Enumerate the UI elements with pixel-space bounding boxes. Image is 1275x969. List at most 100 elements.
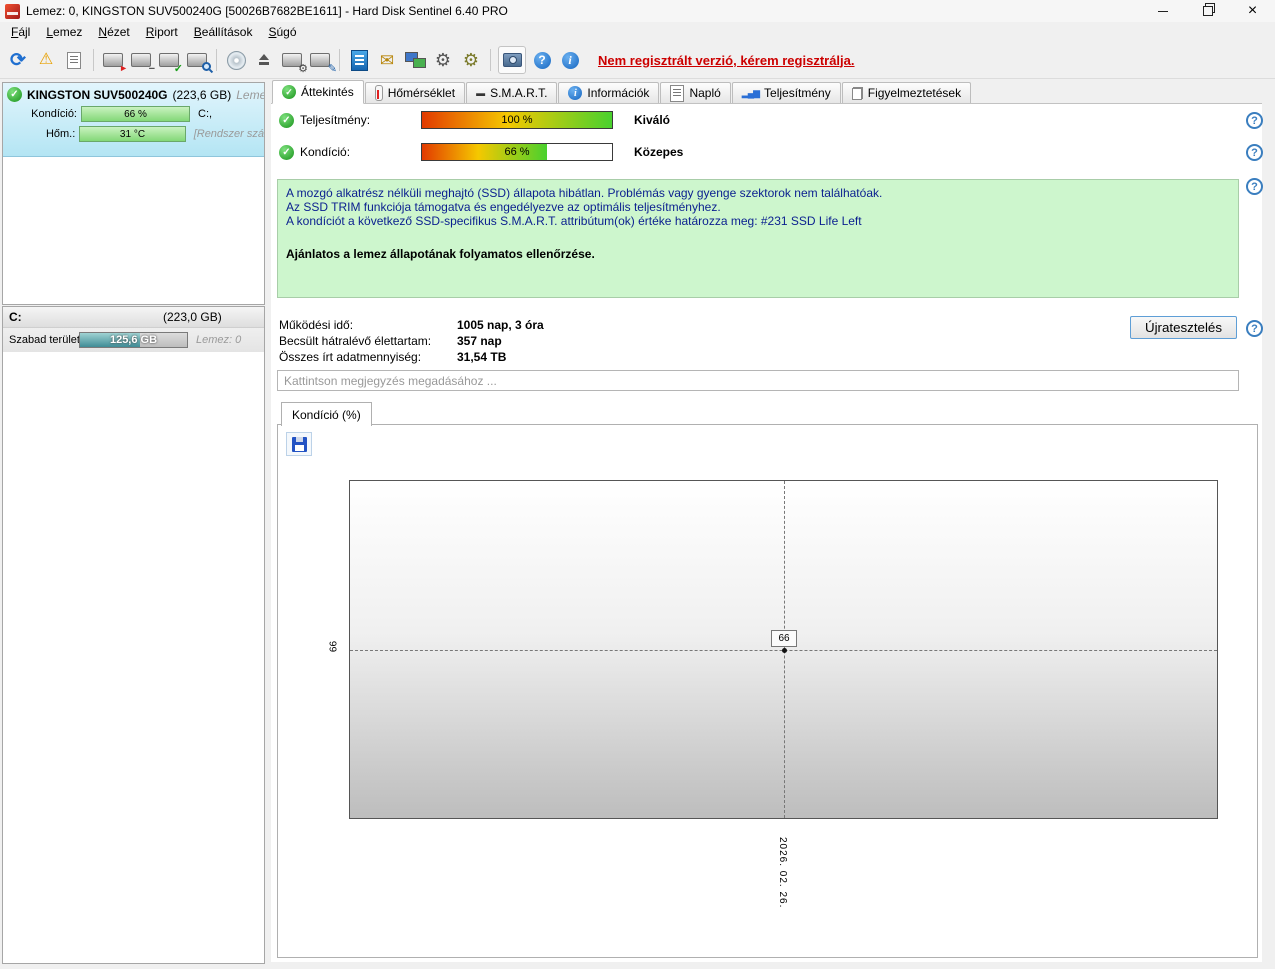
disk-rescan-icon [103, 53, 128, 73]
performance-chart-icon: ▂▄▆ [741, 87, 760, 98]
monitors-icon [404, 52, 426, 68]
toolbar-separator [339, 49, 340, 71]
disk-name: KINGSTON SUV500240G [27, 87, 168, 102]
remote-monitor-button[interactable] [401, 46, 429, 74]
help-button[interactable]: ? [528, 46, 556, 74]
eject-button[interactable] [250, 46, 278, 74]
tab-log[interactable]: Napló [660, 82, 731, 103]
close-button[interactable] [1230, 0, 1275, 22]
disk-surface-button[interactable] [222, 46, 250, 74]
disk-suffix: Lemez: [236, 87, 264, 102]
condition-rating: Közepes [634, 145, 684, 159]
disk-list-item[interactable]: ✓ KINGSTON SUV500240G (223,6 GB) Lemez: … [3, 83, 264, 157]
disk-rescan-button[interactable] [99, 46, 128, 74]
partition-size: (223,0 GB) [163, 310, 222, 324]
advanced-settings-button[interactable]: ⚙ [457, 46, 485, 74]
menu-view[interactable]: Nézet [90, 23, 137, 41]
tab-information[interactable]: i Információk [558, 82, 660, 103]
comment-input[interactable] [277, 370, 1239, 391]
toolbar-separator [490, 49, 491, 71]
settings-button[interactable]: ⚙ [429, 46, 457, 74]
tab-smart[interactable]: ▬ S.M.A.R.T. [466, 82, 558, 103]
tab-performance[interactable]: ▂▄▆ Teljesítmény [731, 82, 841, 103]
main-content: ✓ Áttekintés Hőmérséklet ▬ S.M.A.R.T. i … [271, 80, 1263, 962]
menu-disk[interactable]: Lemez [38, 23, 90, 41]
performance-label: Teljesítmény: [300, 113, 371, 127]
save-chart-button[interactable] [286, 432, 312, 456]
status-line: Az SSD TRIM funkciója támogatva és enged… [286, 200, 721, 214]
disk-control-button[interactable] [278, 46, 308, 75]
menu-help[interactable]: Súgó [260, 23, 304, 41]
condition-volumes: C:, [198, 108, 213, 120]
status-line: A kondíciót a következő SSD-specifikus S… [286, 214, 862, 228]
disk-size: (223,6 GB) [172, 87, 232, 102]
free-space-label: Szabad terület [9, 334, 80, 346]
refresh-icon: ⟳ [10, 49, 26, 71]
chart-tab-condition[interactable]: Kondíció (%) [281, 402, 372, 426]
tab-log-label: Napló [689, 86, 721, 100]
tab-overview[interactable]: ✓ Áttekintés [272, 80, 364, 104]
disk-remove-icon [131, 53, 155, 75]
disk-remove-button[interactable] [127, 46, 155, 75]
condition-bar: 66 % [421, 143, 613, 161]
minimize-button[interactable] [1140, 0, 1185, 22]
chart-point-label: 66 [771, 630, 797, 647]
disk-search-button[interactable] [183, 46, 211, 74]
status-line: A mozgó alkatrész nélküli meghajtó (SSD)… [286, 186, 883, 200]
total-written-label: Összes írt adatmennyiség: [279, 350, 422, 364]
warning-icon: ⚠ [38, 51, 54, 68]
disk-temperature-row: Hőm.: 31 °C [Rendszer szá [7, 126, 264, 142]
menu-report[interactable]: Riport [138, 23, 186, 41]
log-tab-icon [670, 84, 685, 102]
report-button[interactable] [60, 46, 88, 74]
condition-chart-panel: 66 66 2026. 02. 26. [277, 424, 1258, 958]
restore-icon [1202, 6, 1213, 16]
tab-alerts-label: Figyelmeztetések [867, 86, 962, 100]
free-space-bar: 125,6 GB [79, 332, 188, 348]
tab-temperature[interactable]: Hőmérséklet [364, 82, 466, 103]
menubar: Fájl Lemez Nézet Riport Beállítások Súgó [0, 22, 1275, 42]
status-help-icon[interactable]: ? [1246, 178, 1263, 195]
log-icon [350, 49, 368, 71]
email-icon: ✉ [379, 50, 395, 70]
power-on-time-label: Működési idő: [279, 318, 354, 332]
restore-button[interactable] [1185, 0, 1230, 22]
tab-alerts[interactable]: Figyelmeztetések [841, 82, 972, 103]
performance-bar: 100 % [421, 111, 613, 129]
screenshot-button[interactable] [498, 46, 526, 74]
register-link[interactable]: Nem regisztrált verzió, kérem regisztrál… [598, 53, 855, 68]
partition-header[interactable]: C: (223,0 GB) [3, 307, 264, 328]
close-icon [1248, 3, 1257, 19]
retest-help-icon[interactable]: ? [1246, 320, 1263, 337]
condition-help-icon[interactable]: ? [1246, 144, 1263, 161]
performance-ok-icon: ✓ [279, 112, 294, 128]
refresh-button[interactable]: ⟳ [4, 46, 32, 74]
partition-free-row[interactable]: Szabad terület 125,6 GB Lemez: 0 [3, 328, 264, 352]
log-button[interactable] [345, 46, 373, 74]
tab-overview-label: Áttekintés [301, 85, 354, 99]
disk-edit-button[interactable] [306, 46, 337, 75]
disk-condition-row: Kondíció: 66 % C:, [7, 106, 264, 122]
menu-file[interactable]: Fájl [3, 23, 38, 41]
about-button[interactable]: i [556, 46, 584, 74]
cd-icon [226, 50, 246, 70]
remaining-lifetime-value: 357 nap [457, 334, 502, 348]
status-alert-button[interactable]: ⚠ [32, 46, 60, 74]
free-space-value: 125,6 GB [109, 334, 158, 346]
gear-alt-icon: ⚙ [462, 50, 480, 70]
retest-button[interactable]: Újratesztelés [1130, 316, 1237, 339]
disk-accept-button[interactable] [155, 46, 183, 75]
toolbar-separator [93, 49, 94, 71]
condition-bar: 66 % [81, 106, 190, 122]
menu-settings[interactable]: Beállítások [186, 23, 261, 41]
partition-drive: C: [9, 310, 22, 324]
chart-tab-label: Kondíció (%) [292, 407, 361, 422]
performance-rating: Kiváló [634, 113, 671, 127]
disk-ok-icon: ✓ [7, 87, 22, 102]
email-button[interactable]: ✉ [373, 46, 401, 74]
partition-list-panel: C: (223,0 GB) Szabad terület 125,6 GB Le… [2, 306, 265, 964]
temperature-extra: [Rendszer szá [193, 128, 264, 140]
performance-help-icon[interactable]: ? [1246, 112, 1263, 129]
window-controls [1140, 0, 1275, 22]
toolbar: ⟳ ⚠ ✉ ⚙ ⚙ ? i Nem regisztrált verzió, ké… [0, 42, 1275, 79]
